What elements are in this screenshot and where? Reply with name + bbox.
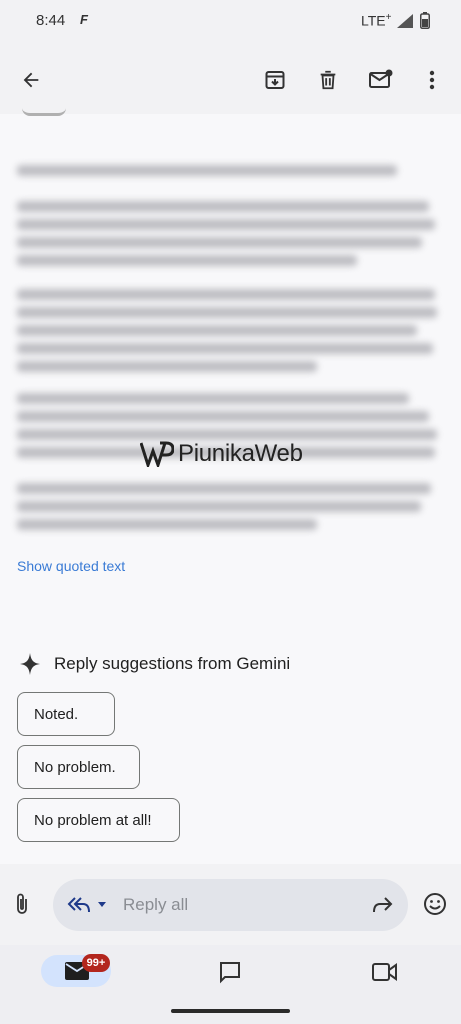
mark-unread-button[interactable] bbox=[363, 62, 399, 98]
chat-icon bbox=[220, 962, 240, 984]
suggestion-label: No problem. bbox=[34, 758, 116, 776]
watermark-text: PiunikaWeb bbox=[178, 440, 303, 467]
reply-placeholder: Reply all bbox=[123, 895, 189, 914]
forward-icon bbox=[373, 897, 393, 913]
delete-button[interactable] bbox=[310, 62, 346, 98]
suggestion-label: No problem at all! bbox=[34, 811, 152, 829]
blurred-paragraph bbox=[17, 476, 437, 537]
reply-mode-dropdown[interactable] bbox=[67, 894, 109, 921]
gemini-header: Reply suggestions from Gemini bbox=[20, 653, 290, 675]
suggestion-chip[interactable]: No problem. bbox=[17, 745, 140, 789]
network-label: LTE+ bbox=[361, 12, 392, 29]
suggestion-label: Noted. bbox=[34, 705, 79, 723]
toolbar bbox=[0, 44, 461, 114]
piunikaweb-logo-icon bbox=[140, 441, 174, 467]
bottom-nav: 99+ bbox=[0, 945, 461, 1024]
gemini-title: Reply suggestions from Gemini bbox=[54, 654, 291, 673]
mail-unread-icon bbox=[369, 69, 393, 88]
archive-button[interactable] bbox=[257, 62, 293, 98]
archive-icon bbox=[265, 71, 285, 89]
unread-badge: 99+ bbox=[82, 954, 110, 972]
video-camera-icon bbox=[372, 963, 397, 981]
emoji-icon bbox=[424, 893, 446, 915]
suggestion-chip[interactable]: Noted. bbox=[17, 692, 115, 736]
home-indicator[interactable] bbox=[171, 1009, 290, 1013]
signal-icon bbox=[397, 14, 413, 28]
trash-icon bbox=[320, 70, 336, 90]
status-time: 8:44 bbox=[36, 12, 66, 29]
reply-bar: Reply all bbox=[0, 864, 461, 945]
reply-all-icon bbox=[67, 897, 106, 913]
blurred-paragraph bbox=[17, 282, 437, 379]
battery-icon bbox=[420, 12, 430, 29]
show-quoted-text-link[interactable]: Show quoted text bbox=[17, 558, 125, 574]
suggestion-chip[interactable]: No problem at all! bbox=[17, 798, 180, 842]
back-button[interactable] bbox=[13, 62, 49, 98]
reply-all-input[interactable]: Reply all bbox=[53, 879, 408, 931]
nav-meet-tab[interactable] bbox=[372, 961, 398, 988]
more-options-button[interactable] bbox=[414, 62, 450, 98]
gemini-sparkle-icon bbox=[20, 653, 40, 675]
emoji-button[interactable] bbox=[423, 892, 447, 921]
paperclip-icon bbox=[17, 893, 27, 914]
more-vert-icon bbox=[429, 70, 435, 90]
status-bar: 8:44 F LTE+ bbox=[0, 0, 461, 44]
forward-button[interactable] bbox=[371, 895, 393, 920]
blurred-paragraph bbox=[17, 158, 437, 183]
nav-chat-tab[interactable] bbox=[218, 960, 242, 989]
notification-icon: F bbox=[80, 12, 88, 27]
attach-button[interactable] bbox=[15, 892, 29, 921]
watermark-logo: PiunikaWeb bbox=[140, 440, 303, 468]
arrow-back-icon bbox=[23, 72, 39, 88]
avatar bbox=[22, 108, 66, 116]
blurred-paragraph bbox=[17, 194, 437, 273]
